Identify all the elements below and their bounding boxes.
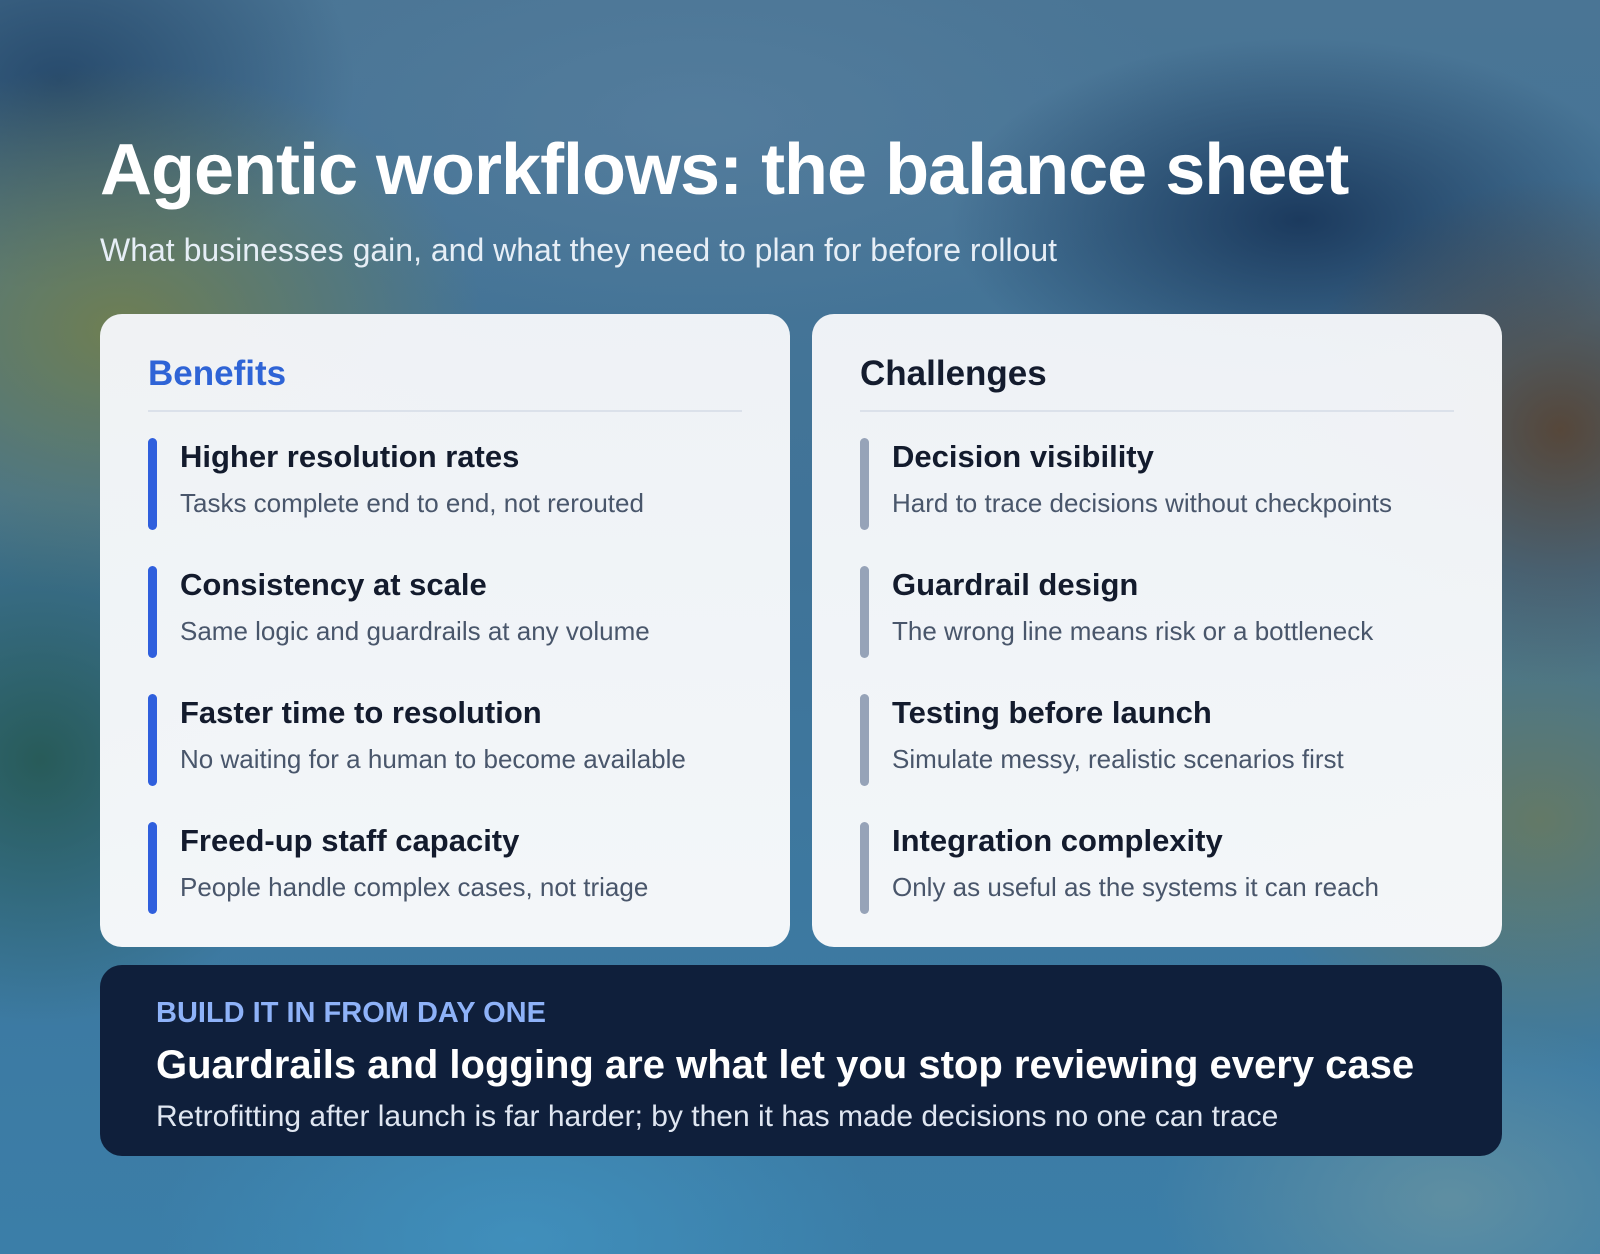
benefit-description: Same logic and guardrails at any volume bbox=[180, 616, 650, 646]
challenge-item: Integration complexity Only as useful as… bbox=[860, 822, 1454, 914]
page-title: Agentic workflows: the balance sheet bbox=[100, 130, 1349, 210]
challenge-accent-bar bbox=[860, 566, 869, 658]
challenge-accent-bar bbox=[860, 822, 869, 914]
callout-banner: BUILD IT IN FROM DAY ONE Guardrails and … bbox=[100, 965, 1502, 1156]
page-subtitle: What businesses gain, and what they need… bbox=[100, 232, 1058, 268]
challenge-title: Testing before launch bbox=[892, 695, 1212, 730]
benefits-divider bbox=[148, 410, 742, 412]
benefit-item: Faster time to resolution No waiting for… bbox=[148, 694, 742, 786]
challenge-description: Only as useful as the systems it can rea… bbox=[892, 872, 1379, 902]
challenge-item: Testing before launch Simulate messy, re… bbox=[860, 694, 1454, 786]
benefit-accent-bar bbox=[148, 438, 157, 530]
challenge-item: Decision visibility Hard to trace decisi… bbox=[860, 438, 1454, 530]
callout-eyebrow: BUILD IT IN FROM DAY ONE bbox=[156, 997, 546, 1029]
challenge-description: The wrong line means risk or a bottlenec… bbox=[892, 616, 1374, 646]
benefit-title: Freed-up staff capacity bbox=[180, 823, 520, 858]
benefits-card: Benefits Higher resolution rates Tasks c… bbox=[100, 314, 790, 947]
benefit-description: No waiting for a human to become availab… bbox=[180, 744, 686, 774]
benefit-item: Higher resolution rates Tasks complete e… bbox=[148, 438, 742, 530]
callout-description: Retrofitting after launch is far harder;… bbox=[156, 1100, 1279, 1133]
challenge-accent-bar bbox=[860, 694, 869, 786]
challenge-title: Guardrail design bbox=[892, 567, 1139, 602]
benefit-title: Higher resolution rates bbox=[180, 439, 520, 474]
challenge-title: Decision visibility bbox=[892, 439, 1154, 474]
challenge-item: Guardrail design The wrong line means ri… bbox=[860, 566, 1454, 658]
challenge-accent-bar bbox=[860, 438, 869, 530]
benefit-accent-bar bbox=[148, 566, 157, 658]
benefit-description: Tasks complete end to end, not rerouted bbox=[180, 488, 644, 518]
challenge-description: Simulate messy, realistic scenarios firs… bbox=[892, 744, 1344, 774]
callout-title: Guardrails and logging are what let you … bbox=[156, 1043, 1415, 1087]
benefit-accent-bar bbox=[148, 694, 157, 786]
challenges-card: Challenges Decision visibility Hard to t… bbox=[812, 314, 1502, 947]
benefit-item: Freed-up staff capacity People handle co… bbox=[148, 822, 742, 914]
challenge-title: Integration complexity bbox=[892, 823, 1223, 858]
challenges-heading: Challenges bbox=[860, 354, 1047, 393]
benefit-description: People handle complex cases, not triage bbox=[180, 872, 649, 902]
benefit-title: Faster time to resolution bbox=[180, 695, 542, 730]
benefit-title: Consistency at scale bbox=[180, 567, 487, 602]
challenge-description: Hard to trace decisions without checkpoi… bbox=[892, 488, 1393, 518]
benefits-heading: Benefits bbox=[148, 354, 287, 393]
challenges-divider bbox=[860, 410, 1454, 412]
benefit-item: Consistency at scale Same logic and guar… bbox=[148, 566, 742, 658]
benefit-accent-bar bbox=[148, 822, 157, 914]
